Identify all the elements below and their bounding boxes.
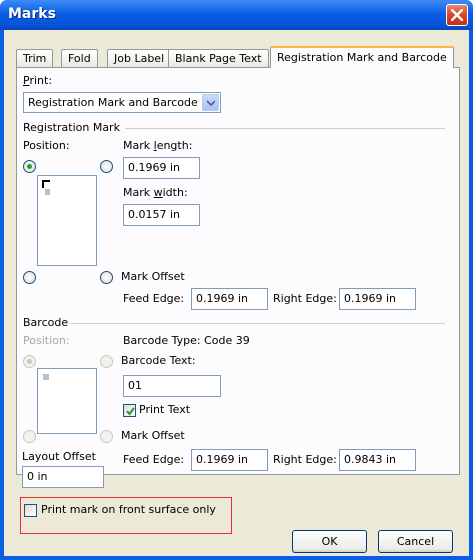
registration-position-bottom-left-radio[interactable] bbox=[23, 271, 36, 284]
barcode-right-edge-label: Right Edge: bbox=[273, 453, 337, 466]
title-bar[interactable]: Marks bbox=[0, 0, 473, 30]
registration-right-edge-label: Right Edge: bbox=[273, 292, 337, 305]
registration-position-top-right-radio[interactable] bbox=[100, 160, 113, 173]
registration-feed-edge-field[interactable]: 0.1969 in bbox=[191, 288, 268, 310]
registration-right-edge-field[interactable]: 0.1969 in bbox=[339, 288, 416, 310]
print-text-checkbox[interactable] bbox=[123, 404, 136, 417]
ok-button[interactable]: OK bbox=[292, 530, 367, 553]
registration-position-label: Position: bbox=[23, 139, 70, 152]
barcode-text-field[interactable]: 01 bbox=[123, 375, 221, 397]
barcode-feed-edge-field[interactable]: 0.1969 in bbox=[191, 449, 268, 471]
barcode-right-edge-field[interactable]: 0.9843 in bbox=[339, 449, 416, 471]
barcode-group-divider bbox=[71, 323, 445, 324]
barcode-position-top-left-radio[interactable] bbox=[23, 355, 36, 368]
print-label: Print: bbox=[23, 74, 53, 87]
layout-offset-field[interactable]: 0 in bbox=[22, 466, 104, 488]
cancel-button[interactable]: Cancel bbox=[378, 530, 453, 553]
close-button[interactable] bbox=[446, 4, 468, 26]
registration-mark-icon bbox=[42, 180, 50, 195]
dialog-client: Trim Fold Job Label Blank Page Text Regi… bbox=[4, 30, 469, 556]
window-title: Marks bbox=[8, 6, 56, 22]
print-text-label: Print Text bbox=[139, 403, 191, 416]
mark-length-field[interactable]: 0.1969 in bbox=[123, 157, 200, 179]
registration-mark-offset-label: Mark Offset bbox=[121, 270, 185, 283]
registration-feed-edge-label: Feed Edge: bbox=[123, 292, 185, 305]
marks-dialog: Marks Trim Fold Job Label Blank Page Tex… bbox=[0, 0, 473, 560]
tab-panel: Print: Registration Mark and Barcode Reg… bbox=[16, 67, 460, 475]
front-surface-checkbox[interactable] bbox=[24, 504, 37, 517]
layout-offset-label: Layout Offset bbox=[22, 450, 96, 463]
barcode-feed-edge-label: Feed Edge: bbox=[123, 453, 185, 466]
barcode-position-label: Position: bbox=[23, 334, 70, 347]
front-surface-label: Print mark on front surface only bbox=[41, 503, 216, 516]
registration-position-top-left-radio[interactable] bbox=[23, 160, 36, 173]
registration-group-divider bbox=[125, 128, 445, 129]
barcode-type-text: Barcode Type: Code 39 bbox=[123, 334, 250, 347]
barcode-position-top-right-radio[interactable] bbox=[100, 355, 113, 368]
barcode-mark-offset-label: Mark Offset bbox=[121, 429, 185, 442]
registration-mark-offset-radio[interactable] bbox=[100, 271, 113, 284]
mark-width-field[interactable]: 0.0157 in bbox=[123, 204, 200, 226]
barcode-mark-offset-radio[interactable] bbox=[100, 430, 113, 443]
print-select[interactable]: Registration Mark and Barcode bbox=[23, 92, 221, 113]
barcode-preview bbox=[37, 368, 97, 434]
mark-width-label: Mark width: bbox=[123, 186, 188, 199]
print-select-value: Registration Mark and Barcode bbox=[28, 96, 198, 109]
barcode-text-label: Barcode Text: bbox=[121, 354, 196, 367]
registration-mark-preview bbox=[37, 175, 97, 266]
checkmark-icon bbox=[126, 407, 135, 416]
tab-fold[interactable]: Fold bbox=[61, 49, 98, 68]
tab-job-label[interactable]: Job Label bbox=[107, 49, 172, 68]
mark-length-label: Mark length: bbox=[123, 139, 193, 152]
tab-blank-page-text[interactable]: Blank Page Text bbox=[168, 49, 269, 68]
chevron-down-icon[interactable] bbox=[202, 94, 219, 111]
barcode-position-bottom-left-radio[interactable] bbox=[23, 430, 36, 443]
barcode-icon bbox=[43, 374, 49, 380]
tab-registration-mark-and-barcode[interactable]: Registration Mark and Barcode bbox=[270, 46, 454, 68]
registration-group-label: Registration Mark bbox=[23, 121, 120, 134]
close-icon bbox=[451, 9, 463, 21]
barcode-group-label: Barcode bbox=[23, 316, 69, 329]
tab-trim[interactable]: Trim bbox=[16, 49, 54, 68]
